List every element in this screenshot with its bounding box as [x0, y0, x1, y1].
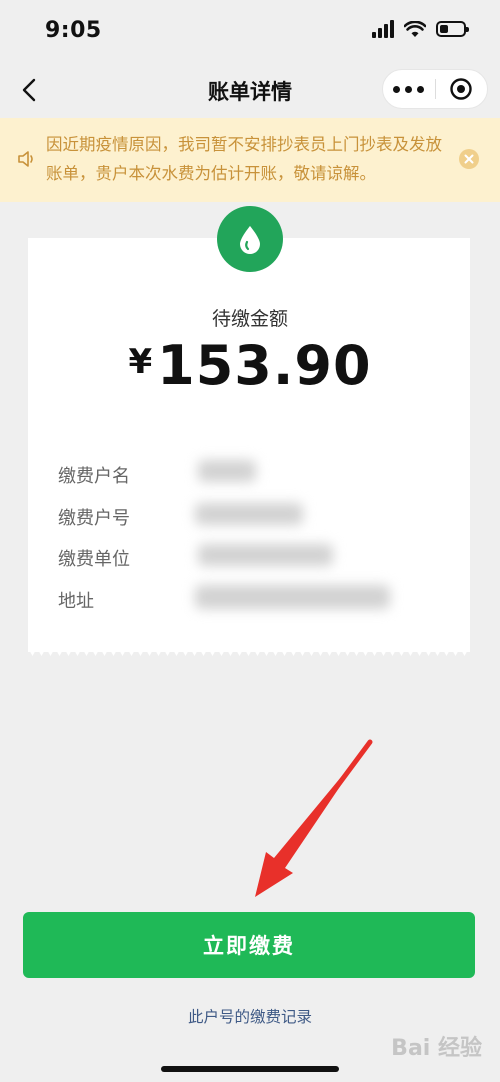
watermark: Bai 经验: [391, 1036, 482, 1061]
pay-now-button[interactable]: 立即缴费: [23, 912, 475, 978]
payment-records-link[interactable]: 此户号的缴费记录: [0, 1005, 500, 1027]
home-indicator: [161, 1066, 339, 1072]
